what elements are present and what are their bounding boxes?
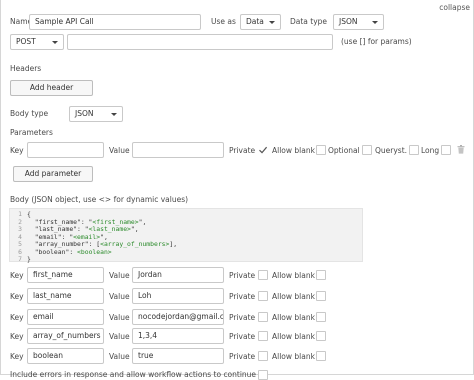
key-label: Key: [10, 332, 24, 341]
body-type-value: JSON: [75, 109, 94, 118]
private-label: Private: [229, 292, 256, 301]
allow-blank-checkbox[interactable]: [316, 291, 326, 301]
key-label: Key: [10, 271, 24, 280]
value-input[interactable]: nocodejordan@gmail.com: [132, 309, 224, 325]
body-json-editor[interactable]: 1{ 2 "first_name": "<first_name>", 3 "la…: [9, 208, 363, 264]
parameters-section-label: Parameters: [10, 128, 53, 137]
param-private-label: Private: [229, 146, 256, 155]
allow-blank-checkbox[interactable]: [316, 351, 326, 361]
value-input[interactable]: Jordan: [132, 267, 224, 283]
include-errors-checkbox[interactable]: [258, 370, 268, 380]
body-param-row: Key last_name Value Loh Private Allow bl…: [0, 287, 474, 307]
private-checkbox[interactable]: [258, 312, 268, 322]
body-param-row: Key email Value nocodejordan@gmail.com P…: [0, 308, 474, 328]
include-errors-label: Include errors in response and allow wor…: [10, 370, 257, 379]
private-checkbox[interactable]: [258, 270, 268, 280]
key-label: Key: [10, 313, 24, 322]
private-checkbox[interactable]: [258, 331, 268, 341]
data-type-select[interactable]: JSON: [333, 14, 384, 30]
chevron-down-icon: [372, 21, 378, 24]
param-optional-checkbox[interactable]: [362, 145, 372, 155]
body-section-label: Body (JSON object, use <> for dynamic va…: [10, 195, 189, 204]
key-input[interactable]: boolean: [27, 348, 104, 364]
code-text: "boolean": <boolean>: [27, 247, 112, 256]
param-long-label: Long: [421, 146, 440, 155]
add-parameter-button[interactable]: Add parameter: [13, 166, 93, 182]
value-label: Value: [109, 332, 130, 341]
method-select[interactable]: POST: [10, 34, 64, 50]
body-type-select[interactable]: JSON: [69, 106, 123, 122]
key-input[interactable]: array_of_numbers: [27, 328, 104, 344]
private-label: Private: [229, 352, 256, 361]
param-allow-blank-label: Allow blank: [272, 146, 315, 155]
key-input[interactable]: email: [27, 309, 104, 325]
allow-blank-label: Allow blank: [272, 352, 315, 361]
value-label: Value: [109, 313, 130, 322]
use-as-select[interactable]: Data: [240, 14, 281, 30]
allow-blank-checkbox[interactable]: [316, 331, 326, 341]
private-label: Private: [229, 313, 256, 322]
allow-blank-label: Allow blank: [272, 271, 315, 280]
param-querystring-checkbox[interactable]: [409, 145, 419, 155]
private-checkbox[interactable]: [258, 291, 268, 301]
value-input[interactable]: Loh: [132, 288, 224, 304]
code-line: 7}: [10, 255, 362, 264]
value-label: Value: [109, 292, 130, 301]
param-querystring-label: Queryst.: [375, 146, 408, 155]
headers-section-label: Headers: [10, 64, 42, 73]
data-type-label: Data type: [290, 17, 328, 26]
method-value: POST: [16, 37, 36, 46]
body-param-row: Key first_name Value Jordan Private Allo…: [0, 266, 474, 286]
line-number: 7: [18, 255, 22, 263]
key-label: Key: [10, 292, 24, 301]
private-label: Private: [229, 271, 256, 280]
use-as-label: Use as: [211, 17, 236, 26]
param-optional-label: Optional: [328, 146, 360, 155]
chevron-down-icon: [52, 41, 58, 44]
allow-blank-label: Allow blank: [272, 313, 315, 322]
value-label: Value: [109, 271, 130, 280]
use-as-value: Data: [246, 17, 264, 26]
url-hint: (use [] for params): [341, 37, 412, 46]
key-label: Key: [10, 352, 24, 361]
allow-blank-checkbox[interactable]: [316, 270, 326, 280]
param-key-label: Key: [10, 146, 24, 155]
param-long-checkbox[interactable]: [441, 145, 451, 155]
value-label: Value: [109, 352, 130, 361]
allow-blank-label: Allow blank: [272, 292, 315, 301]
data-type-value: JSON: [339, 17, 358, 26]
collapse-link[interactable]: collapse: [439, 3, 470, 13]
url-input[interactable]: [67, 34, 333, 50]
private-checkbox[interactable]: [258, 351, 268, 361]
body-type-label: Body type: [10, 109, 49, 118]
private-label: Private: [229, 332, 256, 341]
chevron-down-icon: [269, 21, 275, 24]
add-header-button[interactable]: Add header: [10, 80, 93, 96]
chevron-down-icon: [111, 113, 117, 116]
value-input[interactable]: 1,3,4: [132, 328, 224, 344]
param-key-input[interactable]: [27, 142, 104, 158]
body-param-row: Key boolean Value true Private Allow bla…: [0, 347, 474, 367]
code-text: }: [27, 255, 31, 263]
value-input[interactable]: true: [132, 348, 224, 364]
key-input[interactable]: last_name: [27, 288, 104, 304]
key-input[interactable]: first_name: [27, 267, 104, 283]
trash-icon[interactable]: [457, 145, 465, 154]
checkmark-icon[interactable]: [258, 145, 268, 155]
param-value-input[interactable]: [132, 142, 224, 158]
param-allow-blank-checkbox[interactable]: [316, 145, 326, 155]
param-value-label: Value: [109, 146, 130, 155]
name-input[interactable]: Sample API Call: [29, 14, 201, 30]
body-param-row: Key array_of_numbers Value 1,3,4 Private…: [0, 327, 474, 347]
allow-blank-label: Allow blank: [272, 332, 315, 341]
allow-blank-checkbox[interactable]: [316, 312, 326, 322]
